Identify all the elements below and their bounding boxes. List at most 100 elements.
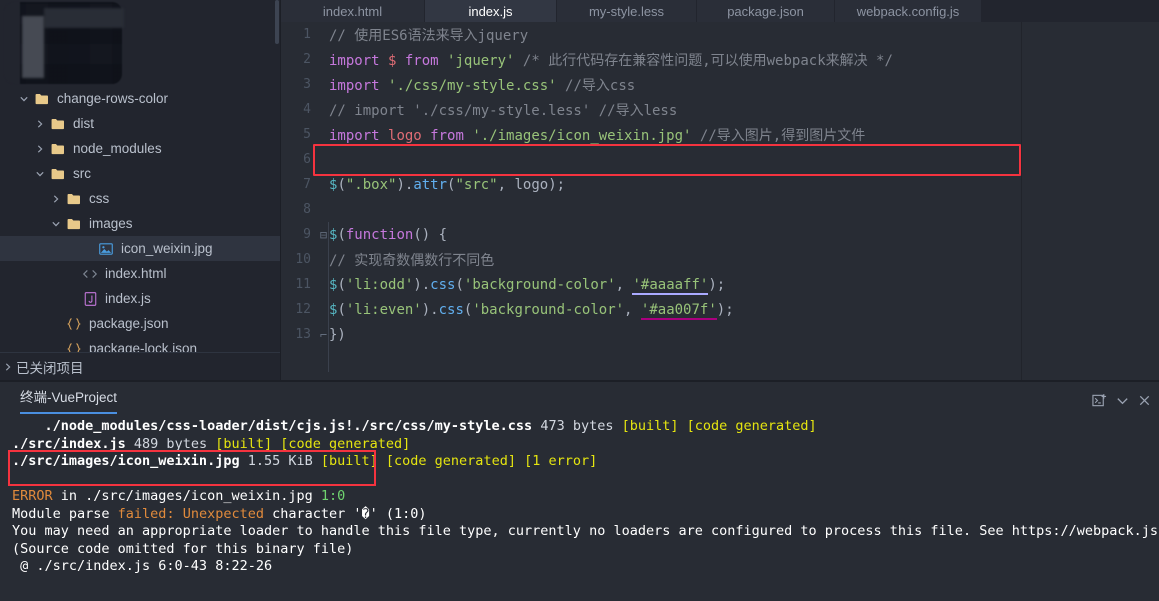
chevron-right-icon[interactable] — [48, 186, 64, 211]
image-file-icon — [96, 242, 116, 255]
code-text: $('li:odd').css('background-color', '#aa… — [329, 276, 725, 295]
tree-item-package-json[interactable]: package.json — [0, 311, 280, 336]
tab-my-style-less[interactable]: my-style.less — [557, 0, 697, 22]
code-token: ( — [337, 226, 346, 243]
tree-item-label: index.js — [105, 291, 151, 306]
code-text: // 使用ES6语法来导入jquery — [329, 25, 528, 45]
tab-index-html[interactable]: index.html — [281, 0, 425, 22]
terminal-token: character '�' (1:0) — [272, 505, 427, 522]
tree-item-src[interactable]: src — [0, 161, 280, 186]
line-number: 2 — [303, 52, 311, 67]
terminal-token: Module parse — [12, 505, 118, 522]
folder-icon — [48, 143, 68, 155]
code-editor[interactable]: 1 // 使用ES6语法来导入jquery 2 import $ from 'jque… — [281, 22, 1159, 380]
code-line[interactable]: 5 import logo from './images/icon_weixin.… — [281, 122, 1159, 147]
code-token: /* 此行代码存在兼容性问题,可以使用webpack来解决 */ — [522, 52, 893, 69]
sidebar-scrollbar[interactable] — [275, 0, 279, 44]
close-icon[interactable] — [1133, 389, 1155, 411]
line-number: 10 — [295, 252, 311, 267]
code-token: () { — [413, 226, 448, 243]
terminal-tab[interactable]: 终端-VueProject — [20, 386, 118, 414]
code-token: 'background-color' — [463, 276, 616, 293]
closed-projects-label: 已关闭项目 — [16, 360, 84, 376]
chevron-right-icon[interactable] — [32, 136, 48, 161]
code-line[interactable]: 9 ⊟ $(function() { — [281, 222, 1159, 247]
tree-item-images[interactable]: images — [0, 211, 280, 236]
code-line[interactable]: 6 — [281, 147, 1159, 172]
tree-item-change-rows-color[interactable]: change-rows-color — [0, 86, 280, 111]
code-token: '#aa007f' — [640, 301, 717, 320]
code-token: // 实现奇数偶数行不同色 — [329, 252, 495, 269]
tree-item-node-modules[interactable]: node_modules — [0, 136, 280, 161]
tree-item-css[interactable]: css — [0, 186, 280, 211]
code-token: ( — [337, 301, 346, 318]
tab-index-js[interactable]: index.js — [425, 0, 557, 22]
tree-item-index-js[interactable]: index.js — [0, 286, 280, 311]
code-token: ".box" — [345, 176, 397, 193]
tree-item-dist[interactable]: dist — [0, 111, 280, 136]
tree-item-label: package.json — [89, 316, 169, 331]
terminal-token: ./src/index.js — [12, 435, 126, 452]
chevron-right-icon — [0, 354, 16, 379]
chevron-down-icon[interactable] — [16, 86, 32, 111]
terminal-token: 1:0 — [320, 488, 346, 504]
code-token: from — [421, 127, 473, 144]
code-line[interactable]: 4 // import './css/my-style.less' //导入les… — [281, 97, 1159, 122]
terminal-line: ERROR in ./src/images/icon_weixin.jpg 1:… — [12, 488, 1159, 506]
code-line[interactable]: 10 // 实现奇数偶数行不同色 — [281, 247, 1159, 272]
terminal-output[interactable]: ./node_modules/css-loader/dist/cjs.js!./… — [0, 418, 1159, 576]
code-line[interactable]: 2 import $ from 'jquery' /* 此行代码存在兼容性问题,可… — [281, 47, 1159, 72]
line-number: 1 — [303, 27, 311, 42]
code-line[interactable]: 12 $('li:even').css('background-color', … — [281, 297, 1159, 322]
code-text: import $ from 'jquery' /* 此行代码存在兼容性问题,可以… — [329, 50, 893, 70]
tree-item-label: node_modules — [73, 141, 162, 156]
code-token: logo — [514, 176, 549, 193]
code-token: // 使用ES6语法来导入jquery — [329, 27, 529, 44]
folder-icon — [48, 168, 68, 180]
tree-item-icon-weixin-jpg[interactable]: icon_weixin.jpg — [0, 236, 280, 261]
terminal-token: [1 error] — [524, 453, 598, 469]
chevron-down-icon[interactable] — [1111, 389, 1133, 411]
tab-webpack-config-js[interactable]: webpack.config.js — [835, 0, 982, 22]
code-line[interactable]: 8 — [281, 197, 1159, 222]
code-text: import logo from './images/icon_weixin.j… — [329, 125, 865, 145]
terminal-header: 终端-VueProject — [0, 382, 1159, 418]
code-token: //导入图片,得到图片文件 — [699, 127, 866, 144]
chevron-down-icon[interactable] — [48, 211, 64, 236]
terminal-panel: 终端-VueProject ./node_modules/css-loader/… — [0, 382, 1159, 601]
code-token: "src" — [455, 176, 498, 193]
terminal-token: @ ./src/index.js 6:0-43 8:22-26 — [12, 558, 273, 574]
code-token: './images/icon_weixin.jpg' — [472, 127, 692, 144]
chevron-right-icon[interactable] — [32, 111, 48, 136]
code-token: //导入css — [565, 77, 636, 94]
code-token: , — [624, 301, 641, 318]
code-line[interactable]: 7 $(".box").attr("src", logo); — [281, 172, 1159, 197]
tree-item-index-html[interactable]: index.html — [0, 261, 280, 286]
code-token: ( — [455, 276, 464, 293]
chevron-down-icon[interactable] — [32, 161, 48, 186]
code-token: ); — [548, 176, 566, 193]
code-line[interactable]: 13 ⌐}) — [281, 322, 1159, 347]
code-line[interactable]: 1 // 使用ES6语法来导入jquery — [281, 22, 1159, 47]
tab-label: index.js — [468, 3, 513, 19]
code-text: // import './css/my-style.less' //导入less — [329, 100, 677, 120]
folder-icon — [48, 118, 68, 130]
minimap-divider — [1021, 22, 1022, 380]
code-token: ). — [421, 301, 439, 318]
code-line[interactable]: 3 import './css/my-style.css' //导入css — [281, 72, 1159, 97]
line-number: 11 — [295, 277, 311, 292]
code-line[interactable]: 11 $('li:odd').css('background-color', '… — [281, 272, 1159, 297]
closed-projects-row[interactable]: 已关闭项目 — [0, 352, 280, 380]
folder-icon — [64, 218, 84, 230]
tab-label: my-style.less — [588, 3, 665, 19]
code-token: 'li:even' — [345, 301, 422, 318]
tab-package-json[interactable]: package.json — [697, 0, 835, 22]
terminal-line: @ ./src/index.js 6:0-43 8:22-26 — [12, 558, 1159, 576]
code-token: // import './css/my-style.less' //导入less — [329, 102, 678, 119]
new-terminal-icon[interactable] — [1088, 389, 1110, 411]
tree-item-label: css — [89, 191, 110, 206]
terminal-line: Module parse failed: Unexpected characte… — [12, 506, 1159, 524]
code-token: attr — [413, 176, 448, 193]
terminal-token: [built] — [621, 418, 679, 434]
